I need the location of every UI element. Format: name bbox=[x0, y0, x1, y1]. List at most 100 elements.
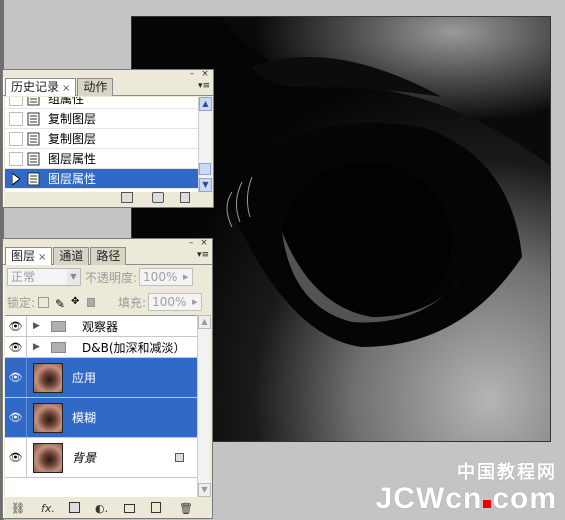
close-icon[interactable]: × bbox=[199, 239, 209, 248]
history-brush-source-checkbox[interactable] bbox=[9, 151, 23, 166]
history-footer bbox=[3, 191, 213, 205]
layer-row[interactable]: 👁 ▶ 观察器 bbox=[5, 316, 198, 337]
close-icon[interactable]: × bbox=[38, 252, 46, 263]
layer-name: 模糊 bbox=[72, 411, 97, 425]
scroll-down-icon[interactable]: ▼ bbox=[198, 483, 211, 497]
watermark-dot bbox=[483, 500, 492, 508]
adjustment-icon[interactable]: ◐. bbox=[95, 502, 108, 515]
expand-triangle-icon[interactable]: ▶ bbox=[33, 321, 45, 331]
minimize-icon[interactable]: – bbox=[187, 70, 197, 79]
lock-all-icon[interactable] bbox=[87, 297, 96, 307]
history-item[interactable]: 组属性 bbox=[5, 97, 201, 109]
close-icon[interactable]: × bbox=[62, 83, 70, 94]
history-item[interactable]: 复制图层 bbox=[5, 109, 201, 129]
history-item-label: 图层属性 bbox=[48, 152, 97, 166]
trash-icon[interactable] bbox=[180, 192, 190, 203]
tab-label: 路径 bbox=[96, 249, 121, 263]
panel-menu-icon[interactable]: ▾≡ bbox=[198, 81, 210, 91]
new-layer-icon[interactable] bbox=[151, 502, 161, 513]
link-icon[interactable]: ⛓ bbox=[11, 502, 25, 515]
eye-icon[interactable]: 👁 bbox=[5, 358, 27, 397]
layers-scrollbar[interactable]: ▲ ▼ bbox=[197, 315, 211, 497]
layer-thumbnail bbox=[33, 402, 63, 433]
history-item[interactable]: 图层属性 bbox=[5, 149, 201, 169]
folder-icon bbox=[51, 320, 66, 332]
panel-menu-icon[interactable]: ▾≡ bbox=[197, 250, 209, 260]
scroll-up-icon[interactable]: ▲ bbox=[199, 97, 212, 111]
eye-icon[interactable]: 👁 bbox=[5, 337, 27, 357]
watermark-english: JCWcn com bbox=[376, 484, 557, 514]
new-document-icon[interactable] bbox=[121, 192, 133, 203]
lock-fill-row: 锁定: ✎ ✥ 填充: 100% ▶ bbox=[7, 293, 203, 311]
lock-brush-icon[interactable]: ✎ bbox=[55, 297, 65, 311]
scroll-down-icon[interactable]: ▼ bbox=[199, 178, 212, 192]
blend-mode-select[interactable]: 正常 ▼ bbox=[7, 268, 81, 286]
history-brush-source-checkbox[interactable] bbox=[9, 111, 23, 126]
layer-name: 应用 bbox=[72, 371, 97, 385]
lock-label: 锁定: bbox=[7, 295, 36, 310]
blend-opacity-row: 正常 ▼ 不透明度: 100% ▶ bbox=[7, 268, 194, 286]
expand-triangle-icon[interactable]: ▶ bbox=[33, 342, 45, 352]
layer-thumbnail bbox=[33, 362, 63, 393]
chevron-right-icon: ▶ bbox=[183, 273, 189, 281]
history-list: 组属性 复制图层 复制图层 图层属性 图层属性 bbox=[5, 97, 201, 192]
history-item-label: 组属性 bbox=[48, 97, 85, 106]
eye-icon[interactable]: 👁 bbox=[5, 438, 27, 477]
fill-label: 填充: bbox=[118, 295, 147, 310]
history-brush-source-checkbox[interactable] bbox=[9, 97, 23, 106]
scroll-up-icon[interactable]: ▲ bbox=[198, 315, 211, 329]
tab-channels[interactable]: 通道 bbox=[53, 247, 90, 265]
close-icon[interactable]: × bbox=[200, 70, 210, 79]
watermark-en-left: JCWcn bbox=[375, 482, 483, 515]
opacity-field[interactable]: 100% ▶ bbox=[139, 268, 194, 286]
tab-label: 历史记录 bbox=[11, 80, 60, 94]
minimize-icon[interactable]: – bbox=[186, 239, 196, 248]
history-state-icon bbox=[27, 112, 40, 125]
trash-icon[interactable]: 🗑 bbox=[179, 502, 193, 515]
layer-row[interactable]: 👁 背景 bbox=[5, 438, 198, 478]
watermark: 中国教程网 JCWcn com bbox=[376, 458, 557, 514]
layer-row-selected[interactable]: 👁 模糊 bbox=[5, 398, 198, 438]
layer-name: D&B(加深和减淡） bbox=[82, 340, 186, 355]
mask-icon[interactable] bbox=[69, 502, 80, 513]
history-brush-source-checkbox[interactable] bbox=[9, 171, 23, 186]
history-state-icon bbox=[27, 132, 40, 145]
lock-icon bbox=[175, 453, 184, 462]
lock-move-icon[interactable]: ✥ bbox=[71, 296, 81, 308]
history-brush-source-checkbox[interactable] bbox=[9, 131, 23, 146]
snapshot-camera-icon[interactable] bbox=[152, 192, 164, 203]
history-tabs: 历史记录 × 动作 ▾≡ bbox=[3, 78, 213, 96]
chevron-right-icon: ▶ bbox=[192, 298, 198, 306]
history-item-label: 复制图层 bbox=[48, 132, 97, 146]
history-item-label: 图层属性 bbox=[48, 172, 97, 186]
scroll-thumb[interactable] bbox=[199, 163, 211, 175]
layer-thumbnail bbox=[33, 442, 63, 473]
eye-icon[interactable]: 👁 bbox=[5, 316, 27, 336]
panel-titlebar[interactable]: – × bbox=[3, 70, 213, 79]
layers-tabs: 图层 × 通道 路径 ▾≡ bbox=[3, 247, 212, 265]
panel-titlebar[interactable]: – × bbox=[3, 239, 212, 248]
history-item-selected[interactable]: 图层属性 bbox=[5, 169, 201, 189]
tab-layers[interactable]: 图层 × bbox=[5, 247, 53, 265]
blend-mode-value: 正常 bbox=[11, 270, 36, 284]
fill-field[interactable]: 100% ▶ bbox=[148, 293, 203, 311]
layers-list: 👁 ▶ 观察器 👁 ▶ D&B(加深和减淡） 👁 应用 👁 模糊 👁 背景 bbox=[5, 315, 198, 497]
tab-paths[interactable]: 路径 bbox=[90, 247, 127, 265]
history-state-icon bbox=[27, 97, 40, 105]
layer-row[interactable]: 👁 ▶ D&B(加深和减淡） bbox=[5, 337, 198, 358]
lock-transparent-icon[interactable] bbox=[38, 296, 50, 308]
history-scrollbar[interactable]: ▲ ▼ bbox=[198, 97, 212, 192]
history-brush-icon bbox=[12, 172, 20, 185]
history-item-label: 复制图层 bbox=[48, 112, 97, 126]
fx-icon[interactable]: fx. bbox=[41, 502, 55, 515]
eye-icon[interactable]: 👁 bbox=[5, 398, 27, 437]
folder-icon bbox=[51, 341, 66, 353]
layers-footer: ⛓ fx. ◐. 🗑 bbox=[3, 500, 212, 516]
tab-history[interactable]: 历史记录 × bbox=[5, 78, 77, 96]
tab-actions[interactable]: 动作 bbox=[77, 78, 114, 96]
history-item[interactable]: 复制图层 bbox=[5, 129, 201, 149]
history-state-icon bbox=[27, 172, 40, 185]
folder-icon[interactable] bbox=[124, 504, 135, 513]
layers-panel: – × 图层 × 通道 路径 ▾≡ 正常 ▼ 不透明度: 100% ▶ 锁定: ✎… bbox=[2, 238, 213, 519]
layer-row-selected[interactable]: 👁 应用 bbox=[5, 358, 198, 398]
